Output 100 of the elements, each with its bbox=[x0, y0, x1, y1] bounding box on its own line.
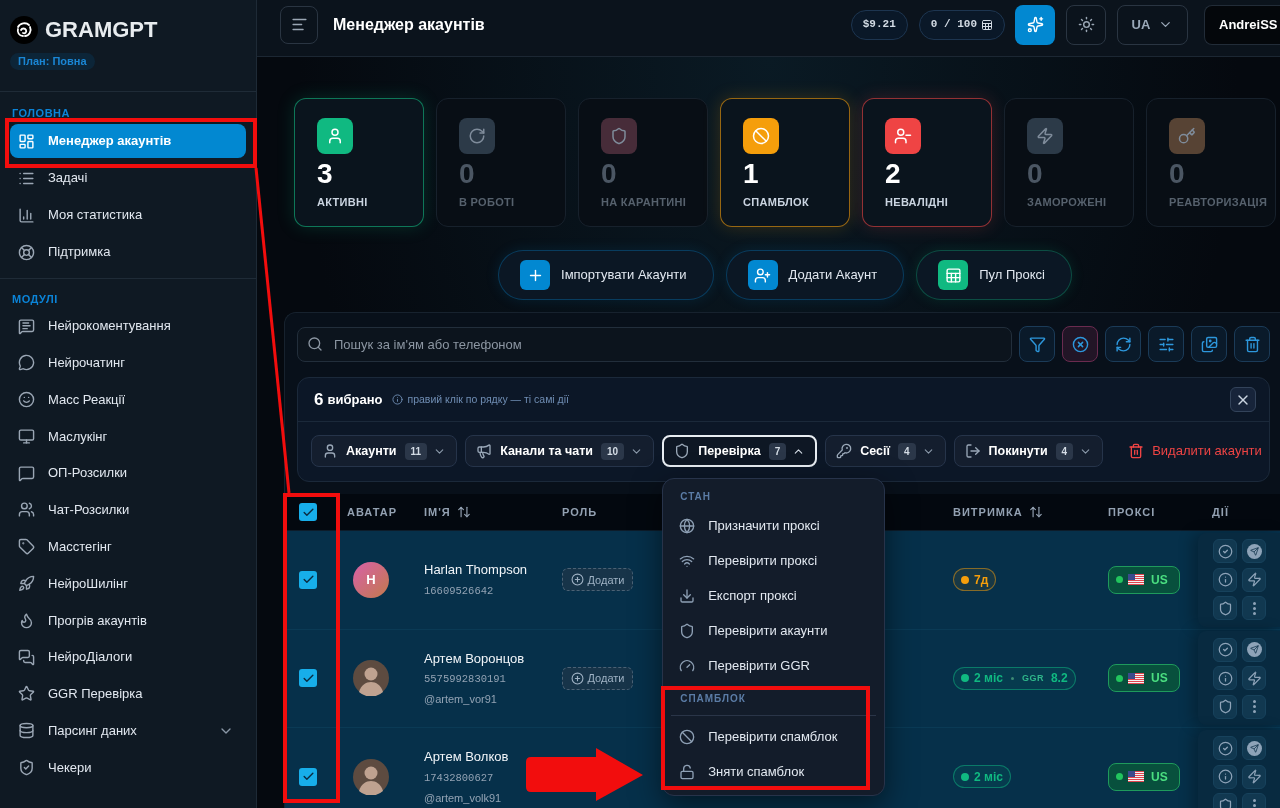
sort-icon[interactable] bbox=[1028, 505, 1043, 519]
search-icon bbox=[307, 336, 323, 352]
stat-value: 3 bbox=[317, 158, 334, 190]
dropdown-button[interactable]: Сесії 4 bbox=[825, 435, 946, 467]
sidebar-item[interactable]: Маслукінг bbox=[10, 419, 246, 454]
sidebar-item[interactable]: Чекери bbox=[10, 750, 246, 785]
checkbox[interactable] bbox=[299, 503, 317, 521]
table-icon bbox=[981, 18, 993, 31]
sidebar-item[interactable]: Масс Реакції bbox=[10, 382, 246, 417]
shield-button[interactable] bbox=[1213, 596, 1237, 621]
info-button[interactable] bbox=[1213, 666, 1237, 691]
sidebar-item[interactable]: Підтримка bbox=[10, 235, 246, 269]
add-account-button[interactable]: Додати Акаунт bbox=[725, 250, 905, 300]
plus-circle-icon bbox=[570, 671, 584, 685]
flash-button[interactable] bbox=[1242, 666, 1266, 691]
sidebar-item[interactable]: НейроДіалоги bbox=[10, 640, 246, 675]
more-button[interactable] bbox=[1242, 596, 1266, 621]
theme-button[interactable] bbox=[1066, 4, 1106, 45]
sidebar-item[interactable]: Прогрів акаунтів bbox=[10, 603, 246, 638]
dialogs-icon bbox=[18, 648, 35, 666]
stat-value: 1 bbox=[743, 158, 760, 190]
menu-item[interactable]: Перевірити GGR bbox=[671, 648, 877, 683]
menu-item[interactable]: Експорт проксі bbox=[671, 578, 877, 613]
close-button[interactable] bbox=[1230, 387, 1256, 412]
info-button[interactable] bbox=[1213, 567, 1237, 592]
menu-item[interactable]: Перевірити спамблок bbox=[671, 719, 877, 754]
check-button[interactable] bbox=[1213, 637, 1237, 662]
checkbox[interactable] bbox=[299, 570, 317, 589]
stat-value: 0 bbox=[601, 158, 618, 190]
check-button[interactable] bbox=[1213, 736, 1237, 761]
info-icon bbox=[1217, 572, 1233, 588]
sidebar-item[interactable]: Моя статистика bbox=[10, 198, 246, 232]
proxy-pool-button[interactable]: Пул Проксі bbox=[916, 250, 1072, 300]
count-badge: 11 bbox=[404, 442, 428, 460]
add-role-button[interactable]: Додати bbox=[562, 666, 633, 690]
trash-button[interactable] bbox=[1234, 326, 1270, 362]
proxy-country: US bbox=[1151, 768, 1168, 786]
shield-button[interactable] bbox=[1213, 694, 1237, 719]
selected-label: вибрано bbox=[327, 390, 383, 409]
sidebar-item[interactable]: GGR Перевірка bbox=[10, 676, 246, 711]
language-button[interactable]: UA bbox=[1117, 4, 1188, 45]
filter-button[interactable] bbox=[1019, 326, 1055, 362]
search-field[interactable]: Пошук за ім'ям або телефоном bbox=[297, 326, 1012, 362]
dropdown-button[interactable]: Акаунти 11 bbox=[311, 435, 458, 467]
menu-item[interactable]: Перевірити акаунти bbox=[671, 613, 877, 648]
menu-item[interactable]: Призначити проксі bbox=[671, 508, 877, 543]
username: @artem_volk91 bbox=[424, 790, 503, 806]
sidebar-item[interactable]: Чат-Розсилки bbox=[10, 493, 246, 527]
menu-item[interactable]: Зняти спамблок bbox=[671, 754, 877, 789]
menu-item[interactable]: Перевірити проксі bbox=[671, 543, 877, 578]
ai-button[interactable] bbox=[1015, 4, 1055, 45]
monitor-icon bbox=[18, 427, 35, 445]
dropdown-button[interactable]: Перевірка 7 bbox=[662, 435, 818, 467]
info-icon bbox=[392, 394, 404, 405]
unlock-icon bbox=[679, 763, 696, 780]
sidebar-item[interactable]: Масстегінг bbox=[10, 529, 246, 564]
info-icon bbox=[1217, 769, 1233, 785]
sidebar-item[interactable]: НейроШилінг bbox=[10, 566, 246, 601]
delete-accounts-button[interactable]: Видалити акаунти bbox=[1128, 435, 1262, 467]
flash-button[interactable] bbox=[1242, 567, 1266, 592]
dropdown-button[interactable]: Покинути 4 bbox=[953, 435, 1104, 467]
stat-label: СПАМБЛОК bbox=[743, 195, 810, 209]
check-button[interactable] bbox=[1213, 539, 1237, 564]
sidebar-item[interactable]: Менеджер акаунтів bbox=[10, 124, 246, 158]
refresh-button[interactable] bbox=[1105, 326, 1141, 362]
info-button[interactable] bbox=[1213, 764, 1237, 789]
sidebar-item[interactable]: Нейрочатинг bbox=[10, 345, 246, 380]
menu-button[interactable] bbox=[280, 5, 318, 44]
shield-icon bbox=[1217, 797, 1233, 808]
send-button[interactable] bbox=[1242, 539, 1266, 564]
sidebar-item[interactable]: ОП-Розсилки bbox=[10, 456, 246, 491]
check-circle-icon bbox=[1217, 543, 1233, 559]
add-role-button[interactable]: Додати bbox=[562, 568, 633, 592]
sort-icon[interactable] bbox=[456, 505, 471, 519]
checkbox[interactable] bbox=[299, 767, 317, 786]
menu-section-heading: СПАМБЛОК bbox=[679, 693, 747, 705]
checkbox[interactable] bbox=[299, 669, 317, 688]
dropdown-button[interactable]: Канали та чати 10 bbox=[465, 435, 655, 467]
more-button[interactable] bbox=[1242, 694, 1266, 719]
gallery-button[interactable] bbox=[1191, 326, 1227, 362]
age-text: 7д bbox=[974, 571, 989, 589]
settings-button[interactable] bbox=[1148, 326, 1184, 362]
import-accounts-button[interactable]: Імпортувати Акаунти bbox=[498, 250, 714, 300]
column-header: ВИТРИМКА bbox=[953, 504, 1023, 520]
close-circle-icon bbox=[1071, 335, 1089, 353]
paper-plane-icon bbox=[1246, 740, 1262, 756]
flash-button[interactable] bbox=[1242, 764, 1266, 789]
user-button[interactable]: AndreiSS bbox=[1204, 4, 1280, 45]
stat-label: НА КАРАНТИНІ bbox=[601, 195, 688, 209]
sidebar-item[interactable]: Нейрокоментування bbox=[10, 309, 246, 343]
plus-circle-icon bbox=[570, 573, 584, 587]
sidebar-item[interactable]: Задачі bbox=[10, 161, 246, 195]
age-text: 2 міс bbox=[974, 670, 1003, 688]
column-header: ПРОКСІ bbox=[1108, 504, 1156, 520]
send-button[interactable] bbox=[1242, 637, 1266, 662]
avatar-silhouette bbox=[353, 758, 389, 795]
clear-button[interactable] bbox=[1062, 326, 1098, 362]
count-badge: 7 bbox=[768, 442, 787, 460]
send-button[interactable] bbox=[1242, 736, 1266, 761]
sidebar-item[interactable]: Парсинг даних bbox=[10, 713, 246, 748]
